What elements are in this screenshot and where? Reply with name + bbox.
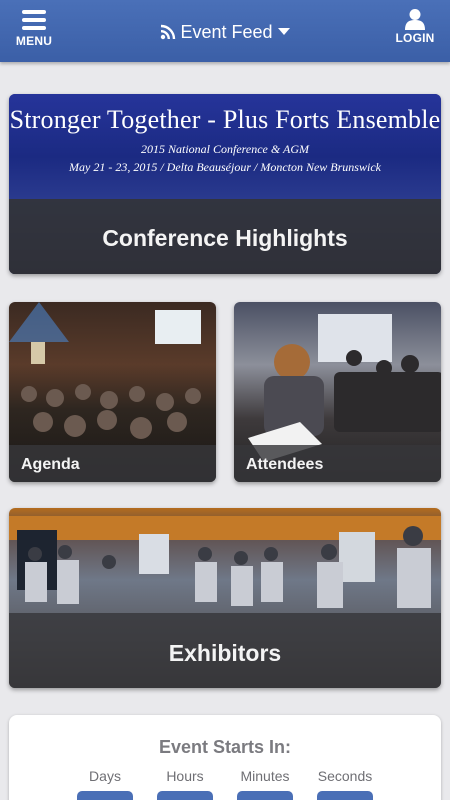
minutes-value-box (237, 791, 293, 800)
countdown-minutes: Minutes (235, 768, 295, 800)
banner-dates: May 21 - 23, 2015 / Delta Beauséjour / M… (69, 160, 381, 174)
feed-title: Event Feed (180, 22, 273, 42)
seconds-value-box (317, 791, 373, 800)
attendees-label: Attendees (234, 445, 441, 482)
exhibitors-label: Exhibitors (9, 613, 441, 688)
login-button[interactable]: LOGIN (390, 8, 440, 45)
rss-icon (161, 24, 176, 40)
conference-highlights-tile[interactable]: Stronger Together - Plus Forts Ensemble … (9, 94, 441, 274)
banner-subtitle: 2015 National Conference & AGM (141, 142, 309, 156)
days-value-box (77, 791, 133, 800)
login-label: LOGIN (395, 31, 435, 45)
countdown-hours: Hours (155, 768, 215, 800)
countdown-title: Event Starts In: (158, 737, 292, 757)
exhibitors-tile[interactable]: Exhibitors (9, 508, 441, 688)
hours-value-box (157, 791, 213, 800)
conference-highlights-label: Conference Highlights (9, 199, 441, 274)
attendees-tile[interactable]: Attendees (234, 302, 441, 482)
seconds-label: Seconds (317, 768, 373, 784)
hours-label: Hours (166, 768, 204, 784)
agenda-tile[interactable]: Agenda (9, 302, 216, 482)
caret-down-icon (277, 28, 290, 35)
top-bar: MENU Event Feed LOGIN (0, 0, 450, 62)
conference-banner: Stronger Together - Plus Forts Ensemble … (9, 94, 441, 199)
minutes-label: Minutes (240, 768, 290, 784)
countdown-seconds: Seconds (315, 768, 375, 800)
agenda-label: Agenda (9, 445, 216, 482)
user-icon (405, 9, 425, 30)
days-label: Days (89, 768, 121, 784)
event-feed-dropdown[interactable]: Event Feed (0, 22, 450, 43)
countdown-days: Days (75, 768, 135, 800)
banner-title: Stronger Together - Plus Forts Ensemble (9, 105, 441, 134)
countdown-card: Event Starts In: Days Hours Minutes Seco… (9, 715, 441, 800)
